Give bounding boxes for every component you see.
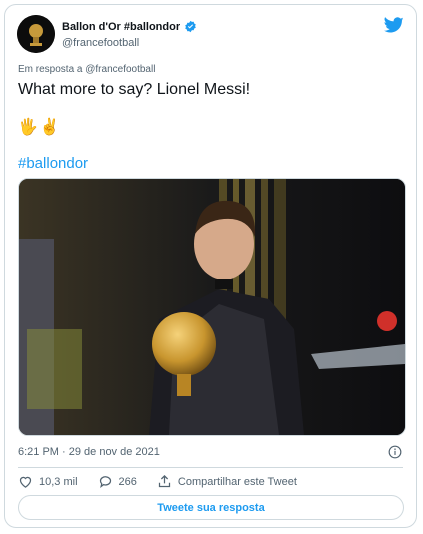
twitter-bird-icon[interactable] [384,17,404,34]
reply-context[interactable]: Em resposta a @francefootball [18,64,155,75]
like-count: 10,3 mil [39,475,78,488]
author-handle[interactable]: @francefootball [62,37,139,49]
author-name[interactable]: Ballon d'Or #ballondor [62,21,180,33]
tweet-photo[interactable] [18,178,406,436]
info-icon[interactable] [388,445,402,459]
author-name-row[interactable]: Ballon d'Or #ballondor [62,20,197,33]
divider [18,467,403,468]
tweet-emoji: 🖐✌ [18,119,62,136]
verified-badge-icon [185,20,196,33]
heart-icon [19,476,32,488]
share-label: Compartilhar este Tweet [177,475,297,488]
tweet-embed-card: Ballon d'Or #ballondor @francefootball E… [4,4,417,528]
reply-icon [99,476,111,489]
hashtag-link[interactable]: #ballondor [18,155,88,172]
messi-with-ballon-dor-image [19,179,405,435]
reply-count-button[interactable]: 266 [98,474,137,489]
like-button[interactable]: 10,3 mil [18,474,78,489]
share-icon [158,474,171,488]
tweet-text: What more to say? Lionel Messi! [18,81,251,98]
action-bar: 10,3 mil 266 Compartilhar este Tweet [18,474,317,489]
reply-count: 266 [118,475,137,488]
avatar[interactable] [17,15,55,53]
tweet-timestamp[interactable]: 6:21 PM · 29 de nov de 2021 [18,446,160,458]
share-button[interactable]: Compartilhar este Tweet [157,474,297,489]
tweet-reply-button[interactable]: Tweete sua resposta [18,495,404,520]
